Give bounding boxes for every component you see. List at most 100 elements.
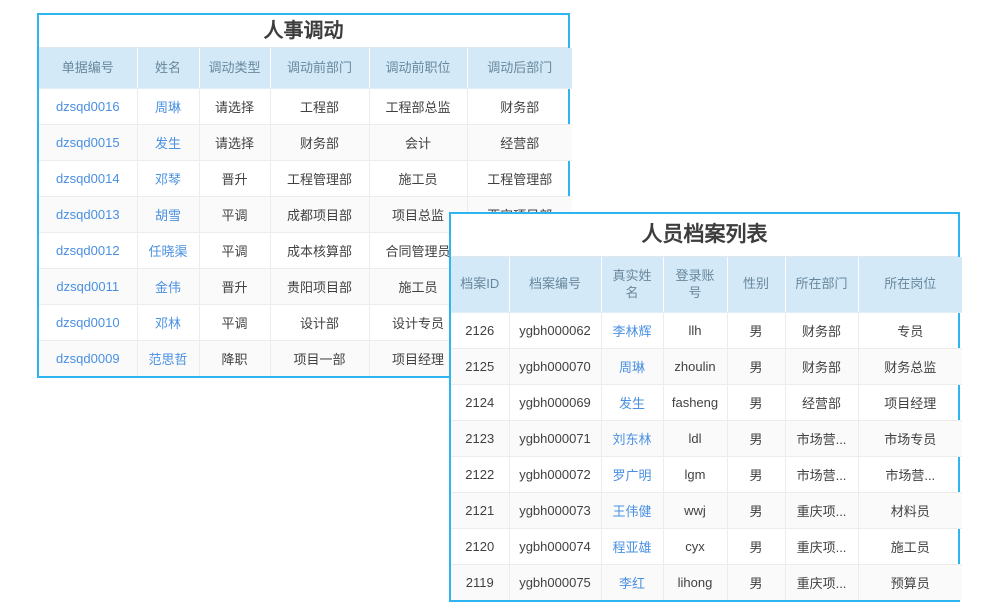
table-cell: fasheng: [663, 385, 727, 421]
link-cell[interactable]: 程亚雄: [601, 529, 663, 565]
table-cell: lgm: [663, 457, 727, 493]
table-row: 2122ygbh000072罗广明lgm男市场营...市场营...: [451, 457, 962, 493]
table-cell: 工程部: [270, 89, 369, 125]
table-cell: 预算员: [858, 565, 962, 601]
table-cell: 男: [727, 421, 785, 457]
link-cell[interactable]: 发生: [137, 125, 199, 161]
column-header: 所在部门: [785, 257, 858, 313]
link-cell[interactable]: 胡雪: [137, 197, 199, 233]
table-cell: 男: [727, 385, 785, 421]
table-cell: 男: [727, 457, 785, 493]
table-cell: lihong: [663, 565, 727, 601]
table-cell: 2123: [451, 421, 509, 457]
personnel-archive-table: 档案ID档案编号真实姓名登录账号性别所在部门所在岗位 2126ygbh00006…: [451, 257, 962, 600]
table-cell: 工程管理部: [467, 161, 572, 197]
table-cell: 成都项目部: [270, 197, 369, 233]
table-cell: 重庆项...: [785, 529, 858, 565]
link-cell[interactable]: dzsqd0014: [39, 161, 137, 197]
column-header: 档案编号: [509, 257, 601, 313]
table-cell: 财务总监: [858, 349, 962, 385]
personnel-archive-title: 人员档案列表: [451, 214, 958, 257]
table-cell: 2124: [451, 385, 509, 421]
link-cell[interactable]: 金伟: [137, 269, 199, 305]
table-cell: ygbh000075: [509, 565, 601, 601]
column-header: 真实姓名: [601, 257, 663, 313]
table-cell: 平调: [199, 233, 270, 269]
column-header: 档案ID: [451, 257, 509, 313]
table-cell: 平调: [199, 197, 270, 233]
column-header: 调动前职位: [369, 48, 467, 89]
table-cell: zhoulin: [663, 349, 727, 385]
table-cell: 男: [727, 493, 785, 529]
table-row: 2123ygbh000071刘东林ldl男市场营...市场专员: [451, 421, 962, 457]
table-cell: wwj: [663, 493, 727, 529]
table-row: 2120ygbh000074程亚雄cyx男重庆项...施工员: [451, 529, 962, 565]
table-cell: 施工员: [369, 161, 467, 197]
table-cell: 项目经理: [858, 385, 962, 421]
link-cell[interactable]: dzsqd0010: [39, 305, 137, 341]
table-cell: 晋升: [199, 269, 270, 305]
column-header: 性别: [727, 257, 785, 313]
table-cell: 财务部: [270, 125, 369, 161]
column-header: 调动前部门: [270, 48, 369, 89]
link-cell[interactable]: 刘东林: [601, 421, 663, 457]
table-cell: 会计: [369, 125, 467, 161]
table-cell: ygbh000069: [509, 385, 601, 421]
link-cell[interactable]: 罗广明: [601, 457, 663, 493]
link-cell[interactable]: 邓林: [137, 305, 199, 341]
link-cell[interactable]: 发生: [601, 385, 663, 421]
table-cell: 2120: [451, 529, 509, 565]
link-cell[interactable]: 李红: [601, 565, 663, 601]
table-cell: 2126: [451, 313, 509, 349]
link-cell[interactable]: dzsqd0012: [39, 233, 137, 269]
table-cell: 男: [727, 565, 785, 601]
table-row: 2125ygbh000070周琳zhoulin男财务部财务总监: [451, 349, 962, 385]
table-cell: 降职: [199, 341, 270, 377]
table-row: 2124ygbh000069发生fasheng男经营部项目经理: [451, 385, 962, 421]
table-cell: 重庆项...: [785, 565, 858, 601]
table-cell: 专员: [858, 313, 962, 349]
table-cell: llh: [663, 313, 727, 349]
table-cell: 男: [727, 349, 785, 385]
table-cell: 男: [727, 529, 785, 565]
table-cell: 经营部: [467, 125, 572, 161]
table-cell: 男: [727, 313, 785, 349]
table-cell: 请选择: [199, 125, 270, 161]
column-header: 姓名: [137, 48, 199, 89]
table-cell: ygbh000074: [509, 529, 601, 565]
personnel-transfer-title: 人事调动: [39, 15, 568, 48]
link-cell[interactable]: 李林辉: [601, 313, 663, 349]
link-cell[interactable]: dzsqd0013: [39, 197, 137, 233]
table-cell: 财务部: [785, 313, 858, 349]
link-cell[interactable]: dzsqd0015: [39, 125, 137, 161]
link-cell[interactable]: dzsqd0016: [39, 89, 137, 125]
table-cell: 项目一部: [270, 341, 369, 377]
table-cell: ygbh000070: [509, 349, 601, 385]
link-cell[interactable]: 王伟健: [601, 493, 663, 529]
table-cell: 2125: [451, 349, 509, 385]
table-cell: 市场专员: [858, 421, 962, 457]
column-header: 单据编号: [39, 48, 137, 89]
link-cell[interactable]: 任晓渠: [137, 233, 199, 269]
table-cell: ygbh000071: [509, 421, 601, 457]
table-cell: cyx: [663, 529, 727, 565]
table-cell: 成本核算部: [270, 233, 369, 269]
table-cell: 平调: [199, 305, 270, 341]
link-cell[interactable]: dzsqd0011: [39, 269, 137, 305]
link-cell[interactable]: 范思哲: [137, 341, 199, 377]
personnel-archive-panel: 人员档案列表 档案ID档案编号真实姓名登录账号性别所在部门所在岗位 2126yg…: [449, 212, 960, 602]
link-cell[interactable]: 邓琴: [137, 161, 199, 197]
link-cell[interactable]: 周琳: [137, 89, 199, 125]
table-cell: 晋升: [199, 161, 270, 197]
table-cell: 市场营...: [785, 421, 858, 457]
link-cell[interactable]: dzsqd0009: [39, 341, 137, 377]
table-cell: 2122: [451, 457, 509, 493]
link-cell[interactable]: 周琳: [601, 349, 663, 385]
table-row: dzsqd0014邓琴晋升工程管理部施工员工程管理部: [39, 161, 572, 197]
table-row: 2126ygbh000062李林辉llh男财务部专员: [451, 313, 962, 349]
table-cell: ygbh000072: [509, 457, 601, 493]
archive-table-body: 2126ygbh000062李林辉llh男财务部专员2125ygbh000070…: [451, 313, 962, 601]
table-cell: 市场营...: [785, 457, 858, 493]
table-cell: 工程管理部: [270, 161, 369, 197]
table-cell: ldl: [663, 421, 727, 457]
